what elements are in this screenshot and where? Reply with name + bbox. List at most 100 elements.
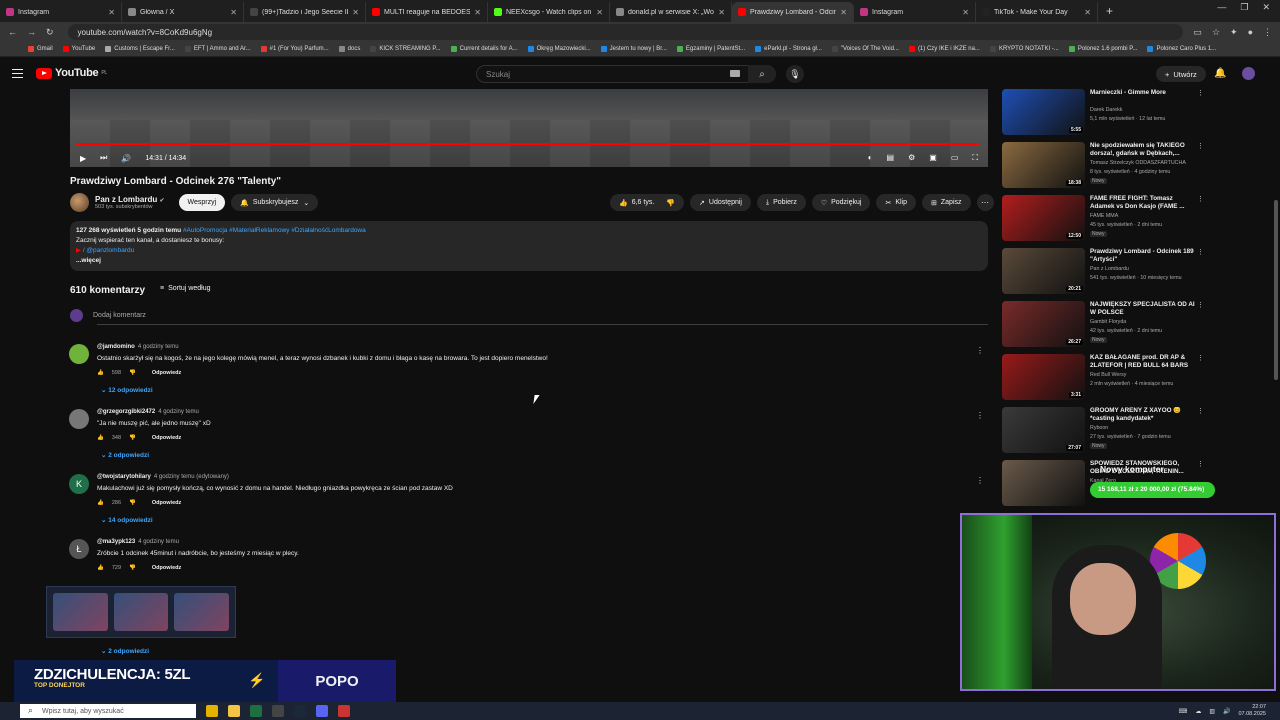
app-icon[interactable] [272, 705, 284, 717]
video-menu-icon[interactable]: ⋮ [1197, 407, 1204, 415]
show-more-link[interactable]: ...więcej [76, 256, 982, 266]
browser-tab[interactable]: (99+)Tadzio i Jego Seecie Ibiza ✕ [244, 2, 366, 22]
video-menu-icon[interactable]: ⋮ [1197, 142, 1204, 150]
support-button[interactable]: Wesprzyj [178, 194, 226, 211]
bookmark-item[interactable]: Jestem tu nowy | Br... [600, 46, 667, 52]
comment-menu-icon[interactable]: ⋮ [976, 476, 984, 485]
description-box[interactable]: 127 268 wyświetleń 5 godzin temu #AutoPr… [70, 221, 988, 271]
video-menu-icon[interactable]: ⋮ [1197, 460, 1204, 468]
steam-icon[interactable] [294, 705, 306, 717]
comment-menu-icon[interactable]: ⋮ [976, 346, 984, 355]
browser-tab[interactable]: Główna / X ✕ [122, 2, 244, 22]
bookmark-item[interactable]: (1) Czy IKE i IKZE na... [908, 46, 980, 52]
bookmark-item[interactable]: Current details for A... [450, 46, 518, 52]
reply-button[interactable]: Odpowiedz [152, 500, 181, 506]
video-menu-icon[interactable]: ⋮ [1197, 195, 1204, 203]
video-thumbnail[interactable]: 18:38 [1002, 142, 1085, 188]
show-replies-button[interactable]: ⌄ 14 odpowiedzi [101, 516, 153, 524]
bookmark-item[interactable]: Customs | Escape Fr... [105, 46, 175, 52]
url-field[interactable]: youtube.com/watch?v=8CoKd9u6gNg [67, 24, 1184, 40]
video-menu-icon[interactable]: ⋮ [1197, 248, 1204, 256]
comment-avatar[interactable] [69, 409, 89, 429]
keyboard-icon[interactable] [730, 70, 740, 77]
save-button[interactable]: ⊞ Zapisz [922, 194, 971, 211]
show-replies-button[interactable]: ⌄ 2 odpowiedzi [101, 647, 149, 655]
video-thumbnail[interactable]: 20:21 [1002, 248, 1085, 294]
back-icon[interactable]: ← [8, 27, 17, 37]
tab-close-icon[interactable]: ✕ [1084, 8, 1091, 17]
show-replies-button[interactable]: ⌄ 2 odpowiedzi [101, 451, 149, 459]
cloud-icon[interactable]: ☁ [1195, 708, 1201, 715]
video-menu-icon[interactable]: ⋮ [1197, 301, 1204, 309]
related-video[interactable]: 27:07 GROOMY ARENY Z XAYOO 😊 *casting kan… [1002, 407, 1212, 455]
theater-mode-icon[interactable]: ▭ [951, 153, 959, 163]
video-thumbnail[interactable]: 26:27 [1002, 301, 1085, 347]
taskbar-search-input[interactable]: Wpisz tutaj, aby wyszukać [20, 704, 196, 718]
comment-dislike-icon[interactable]: 👎 [129, 435, 136, 441]
subscribed-button[interactable]: 🔔 Subskrybujesz ⌄ [231, 194, 319, 211]
comment-avatar[interactable]: Ł [69, 539, 89, 559]
more-actions-icon[interactable]: ⋯ [976, 194, 994, 211]
voice-search-button[interactable]: 🎙 [786, 65, 804, 83]
youtube-logo[interactable]: YouTube PL [36, 67, 107, 79]
browser-tab[interactable]: MULTI reaguje na BEDOES - HI✕ [366, 2, 488, 22]
video-thumbnail[interactable] [1002, 460, 1085, 506]
discord-icon[interactable] [316, 705, 328, 717]
bookmark-item[interactable]: #1 (For You) Parfum... [260, 46, 329, 52]
clock[interactable]: 22:07 07.08.2025 [1238, 704, 1266, 718]
tab-close-icon[interactable]: ✕ [230, 8, 237, 17]
hashtags[interactable]: #AutoPromocja #MateriałReklamowy #Działa… [183, 227, 366, 234]
comment-like-icon[interactable]: 👍 [97, 500, 104, 506]
play-icon[interactable]: ▶ [80, 154, 86, 163]
browser-menu-icon[interactable]: ⋮ [1263, 27, 1272, 38]
tab-close-icon[interactable]: ✕ [108, 8, 115, 17]
download-button[interactable]: ⤓ Pobierz [756, 194, 806, 211]
page-scrollbar[interactable] [1274, 200, 1278, 380]
tab-close-icon[interactable]: ✕ [352, 8, 359, 17]
related-video[interactable]: 26:27 NAJWIĘKSZY SPECJALISTA OD AI W POLS… [1002, 301, 1212, 349]
comment-author[interactable]: @jamdomino 4 godziny temu [97, 344, 179, 350]
comment-author[interactable]: @twojstarytohilary 4 godziny temu (edytow… [97, 474, 229, 480]
notifications-bell-icon[interactable]: 🔔 [1214, 68, 1226, 79]
tab-close-icon[interactable]: ✕ [840, 8, 847, 17]
add-comment-input[interactable]: Dodaj komentarz [93, 312, 146, 319]
browser-tab[interactable]: Instagram ✕ [854, 2, 976, 22]
miniplayer-icon[interactable]: ▣ [929, 153, 937, 163]
tab-close-icon[interactable]: ✕ [962, 8, 969, 17]
browser-tab[interactable]: Prawdziwy Lombard - Odcinek ✕ [732, 2, 854, 22]
subtitles-icon[interactable]: ▤ [887, 153, 895, 163]
bookmark-item[interactable]: Polonez 1.6 pombi P... [1068, 46, 1137, 52]
comment-menu-icon[interactable]: ⋮ [976, 411, 984, 420]
comment-like-icon[interactable]: 👍 [97, 435, 104, 441]
video-menu-icon[interactable]: ⋮ [1197, 354, 1204, 362]
comment-like-icon[interactable]: 👍 [97, 370, 104, 376]
browser-tab[interactable]: TikTok - Make Your Day ✕ [976, 2, 1098, 22]
minimize-icon[interactable]: — [1217, 2, 1226, 13]
related-video[interactable]: 18:38 Nie spodziewałem się TAKIEGO dorsza… [1002, 142, 1212, 190]
settings-gear-icon[interactable]: ⚙ [908, 153, 915, 163]
share-button[interactable]: ↗ Udostępnij [690, 194, 751, 211]
bookmark-item[interactable]: docs [338, 46, 360, 52]
extensions-icon[interactable]: ✦ [1230, 27, 1238, 38]
bookmark-item[interactable]: Gmail [28, 46, 53, 52]
hamburger-menu-icon[interactable] [12, 69, 23, 78]
bookmark-star-icon[interactable]: ☆ [1212, 27, 1220, 38]
progress-bar[interactable] [76, 143, 980, 145]
new-tab-icon[interactable]: + [1106, 4, 1113, 18]
video-player[interactable]: ▶ ⏭ 🔊 14:31 / 14:34 ◐ ▤ ⚙ ▣ ▭ ⛶ [70, 89, 988, 167]
sort-button[interactable]: ≡ Sortuj według [160, 285, 211, 292]
like-dislike-button[interactable]: 👍 6,6 tys. 👎 [610, 194, 685, 211]
show-replies-button[interactable]: ⌄ 12 odpowiedzi [101, 386, 153, 394]
bookmark-item[interactable]: Okręg Mazowiecki... [527, 46, 591, 52]
network-icon[interactable]: ▥ [1209, 708, 1215, 715]
channel-avatar[interactable] [70, 193, 89, 212]
related-video[interactable]: 3:31 KAZ BAŁAGANE prod. DR AP & 2LATEFOR … [1002, 354, 1212, 402]
video-thumbnail[interactable]: 5:55 [1002, 89, 1085, 135]
browser-tab[interactable]: donald.pl w serwisie X: „Wola ✕ [610, 2, 732, 22]
comment-author[interactable]: @ma3ypk123 4 godziny temu [97, 539, 179, 545]
related-video[interactable]: 20:21 Prawdziwy Lombard - Odcinek 189 "Ar… [1002, 248, 1212, 296]
clip-button[interactable]: ✂ Klip [876, 194, 917, 211]
comment-dislike-icon[interactable]: 👎 [129, 370, 136, 376]
reload-icon[interactable]: ↻ [46, 27, 54, 38]
video-menu-icon[interactable]: ⋮ [1197, 89, 1204, 97]
